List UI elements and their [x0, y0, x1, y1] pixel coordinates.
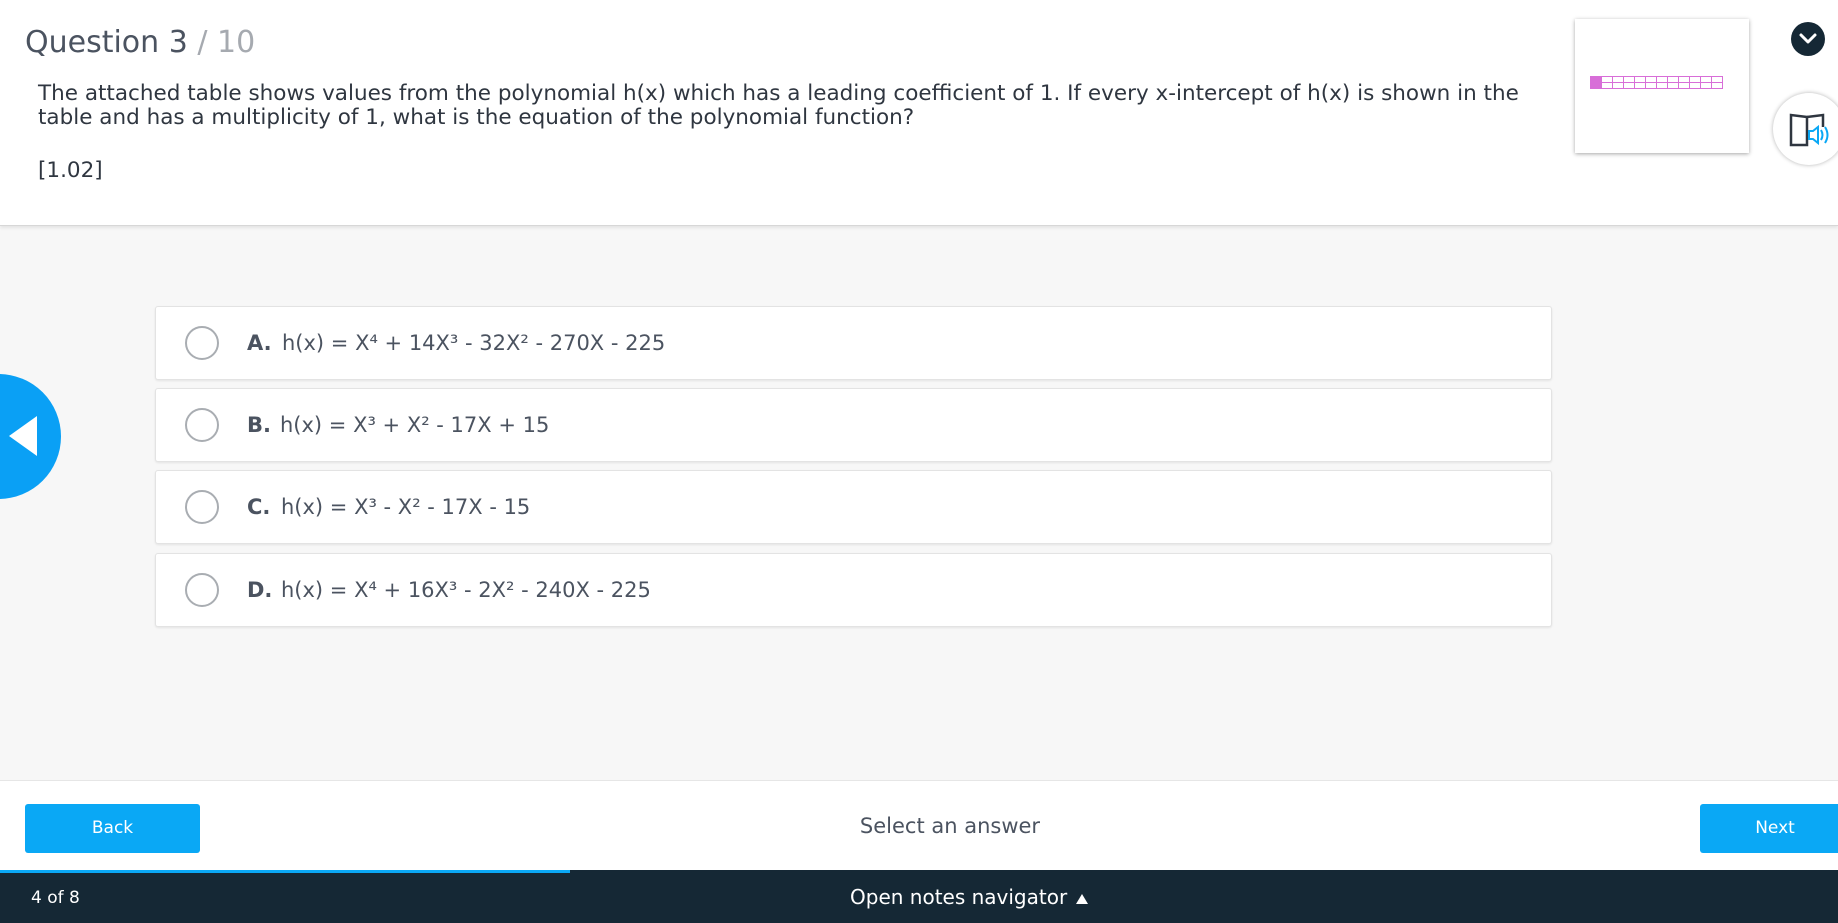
triangle-up-icon [1076, 893, 1089, 904]
open-notes-navigator-button[interactable]: Open notes navigator [850, 885, 1089, 909]
next-button[interactable]: Next [1700, 804, 1838, 853]
triangle-left-icon [9, 416, 37, 456]
option-letter: A. [247, 331, 272, 355]
question-text: The attached table shows values from the… [38, 81, 1519, 130]
answer-option-b[interactable]: B. h(x) = X³ + X² - 17X + 15 [155, 388, 1552, 462]
question-total: / 10 [187, 25, 256, 60]
radio-button-b[interactable] [185, 408, 219, 442]
option-text: h(x) = X⁴ + 14X³ - 32X² - 270X - 225 [282, 331, 666, 355]
notes-navigator-label: Open notes navigator [850, 885, 1068, 909]
collapse-question-button[interactable] [1791, 22, 1825, 56]
radio-button-d[interactable] [185, 573, 219, 607]
chevron-down-icon [1799, 33, 1817, 44]
question-header: Question 3 / 10 The attached table shows… [0, 0, 1838, 226]
answer-option-c[interactable]: C. h(x) = X³ - X² - 17X - 15 [155, 470, 1552, 544]
table-thumbnail-image [1590, 76, 1723, 89]
question-title: Question 3 / 10 [25, 25, 255, 60]
option-text: h(x) = X⁴ + 16X³ - 2X² - 240X - 225 [281, 578, 651, 602]
radio-button-a[interactable] [185, 326, 219, 360]
footer-bar: Back Select an answer Next [0, 780, 1838, 873]
option-letter: B. [247, 413, 271, 437]
question-number: Question 3 [25, 25, 188, 60]
select-answer-message: Select an answer [859, 814, 1041, 838]
option-text: h(x) = X³ - X² - 17X - 15 [281, 495, 531, 519]
read-aloud-button[interactable] [1773, 93, 1838, 165]
book-audio-icon [1789, 113, 1829, 147]
answer-option-d[interactable]: D. h(x) = X⁴ + 16X³ - 2X² - 240X - 225 [155, 553, 1552, 627]
radio-button-c[interactable] [185, 490, 219, 524]
option-letter: C. [247, 495, 271, 519]
option-text: h(x) = X³ + X² - 17X + 15 [280, 413, 550, 437]
attached-table-thumbnail[interactable] [1575, 19, 1749, 153]
question-code: [1.02] [38, 158, 103, 183]
option-letter: D. [247, 578, 273, 602]
bottom-navbar: 4 of 8 Open notes navigator [0, 873, 1838, 923]
previous-question-button[interactable] [0, 374, 61, 499]
page-count: 4 of 8 [31, 888, 80, 908]
answer-option-a[interactable]: A. h(x) = X⁴ + 14X³ - 32X² - 270X - 225 [155, 306, 1552, 380]
